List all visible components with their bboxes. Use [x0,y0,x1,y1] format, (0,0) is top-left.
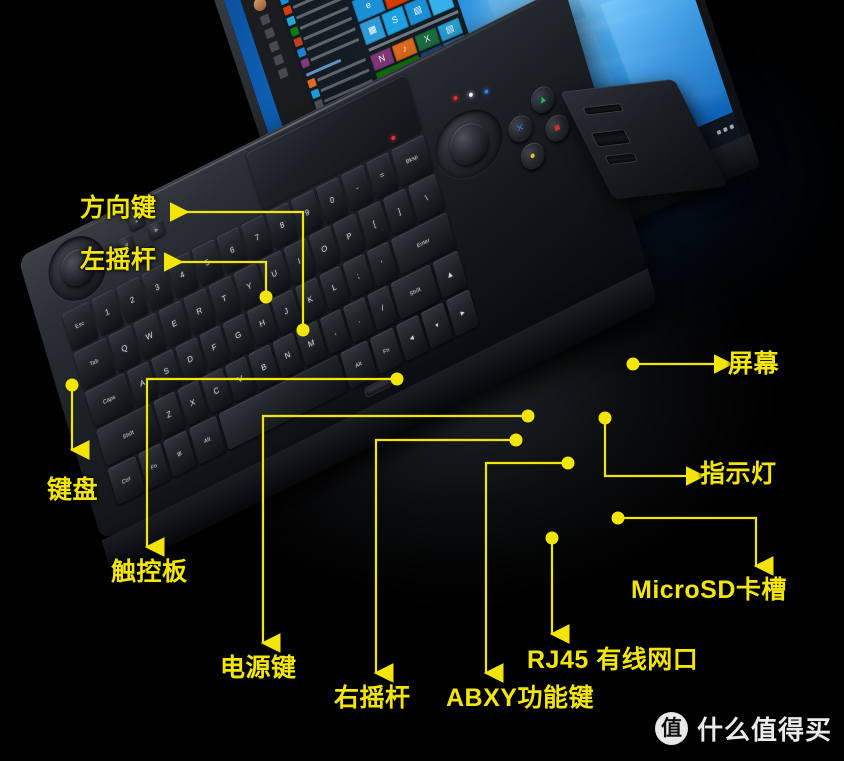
watermark-text: 什么值得买 [696,715,832,745]
button-a[interactable]: ● [517,138,548,174]
settings-gear-icon[interactable] [268,40,280,53]
label-microsd: MicroSD卡槽 [631,576,787,604]
app-icon [310,88,321,99]
pictures-icon[interactable] [264,26,276,39]
avatar[interactable] [251,0,268,13]
smzdm-logo-icon: 值 [654,712,688,745]
label-keyboard: 键盘 [47,476,99,504]
system-tray[interactable] [716,124,735,136]
app-icon [300,57,311,69]
label-dpad: 方向键 [80,194,157,222]
documents-icon[interactable] [259,13,271,26]
button-y[interactable]: ▲ [527,82,558,118]
handheld-gaming-laptop: ✉ ☁ e P ▦ S ▤ N ♪ [0,0,844,761]
network-icon[interactable] [716,129,722,136]
rj45-port[interactable] [591,130,630,147]
label-left-joystick: 左摇杆 [80,246,157,274]
button-x[interactable]: ✕ [505,110,536,147]
label-touchpad: 触控板 [111,558,188,586]
product-annotation-image: ✉ ☁ e P ▦ S ▤ N ♪ [0,0,844,761]
label-rj45: RJ45 有线网口 [527,646,699,674]
app-icon [279,0,290,6]
app-icon [289,25,300,37]
label-right-joystick: 右摇杆 [334,684,411,712]
watermark: 值 什么值得买 [654,710,832,747]
label-indicator-lights: 指示灯 [700,460,777,488]
app-icon [307,77,318,89]
clock[interactable] [729,124,735,130]
label-abxy: ABXY功能键 [446,684,594,712]
dpad-right-button[interactable]: ▶ [147,218,166,241]
app-icon [293,36,304,48]
microsd-slot[interactable] [583,104,623,115]
app-icon [282,4,293,16]
app-icon [296,46,307,58]
all-apps-icon[interactable] [277,66,289,80]
volume-icon[interactable] [722,126,728,133]
button-b[interactable]: ■ [542,110,573,146]
label-screen: 屏幕 [728,350,780,378]
app-icon [286,15,297,27]
usb-port[interactable] [605,153,637,164]
power-icon[interactable] [273,53,285,66]
label-power-button: 电源键 [220,654,297,682]
